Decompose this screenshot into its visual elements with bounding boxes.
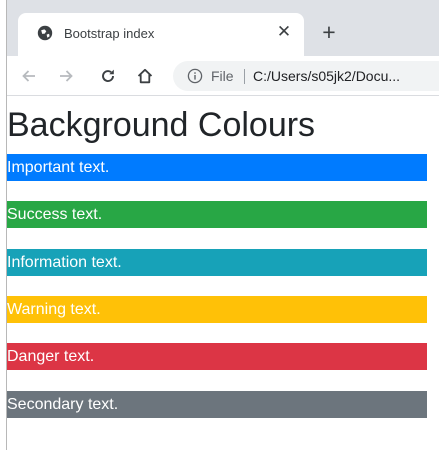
arrow-left-icon — [22, 70, 35, 82]
file-chip-label: File — [211, 68, 234, 84]
page-content: Background Colours Important text. Succe… — [7, 96, 439, 450]
bar-label: Danger text. — [7, 348, 95, 365]
omnibox-divider — [244, 69, 245, 84]
bar-label: Warning text. — [7, 301, 101, 318]
info-icon[interactable] — [187, 68, 203, 84]
new-tab-button[interactable]: + — [317, 20, 341, 44]
bar-label: Important text. — [7, 159, 110, 176]
url-text[interactable]: C:/Users/s05jk2/Docu... — [253, 68, 400, 84]
tab-title: Bootstrap index — [64, 26, 155, 41]
bar-warning: Warning text. — [7, 296, 427, 323]
bar-danger: Danger text. — [7, 343, 427, 370]
bar-important: Important text. — [7, 154, 427, 181]
bar-secondary: Secondary text. — [7, 391, 427, 418]
home-icon — [137, 68, 153, 84]
address-bar[interactable]: File C:/Users/s05jk2/Docu... — [173, 61, 439, 91]
back-button[interactable] — [18, 65, 40, 87]
reload-icon — [102, 69, 114, 82]
bar-label: Information text. — [7, 254, 122, 271]
page-heading: Background Colours — [7, 106, 316, 144]
close-tab-icon[interactable]: ✕ — [274, 22, 294, 42]
tab-strip: Bootstrap index ✕ + — [7, 0, 439, 56]
home-button[interactable] — [134, 65, 156, 87]
bar-success: Success text. — [7, 201, 427, 228]
bar-label: Success text. — [7, 206, 103, 223]
browser-tab[interactable]: Bootstrap index ✕ — [18, 13, 304, 56]
bar-label: Secondary text. — [7, 396, 119, 413]
bar-information: Information text. — [7, 249, 427, 276]
globe-icon — [37, 25, 53, 41]
browser-toolbar: File C:/Users/s05jk2/Docu... — [7, 56, 439, 96]
reload-button[interactable] — [97, 65, 119, 87]
arrow-right-icon — [60, 70, 73, 82]
forward-button[interactable] — [55, 65, 77, 87]
